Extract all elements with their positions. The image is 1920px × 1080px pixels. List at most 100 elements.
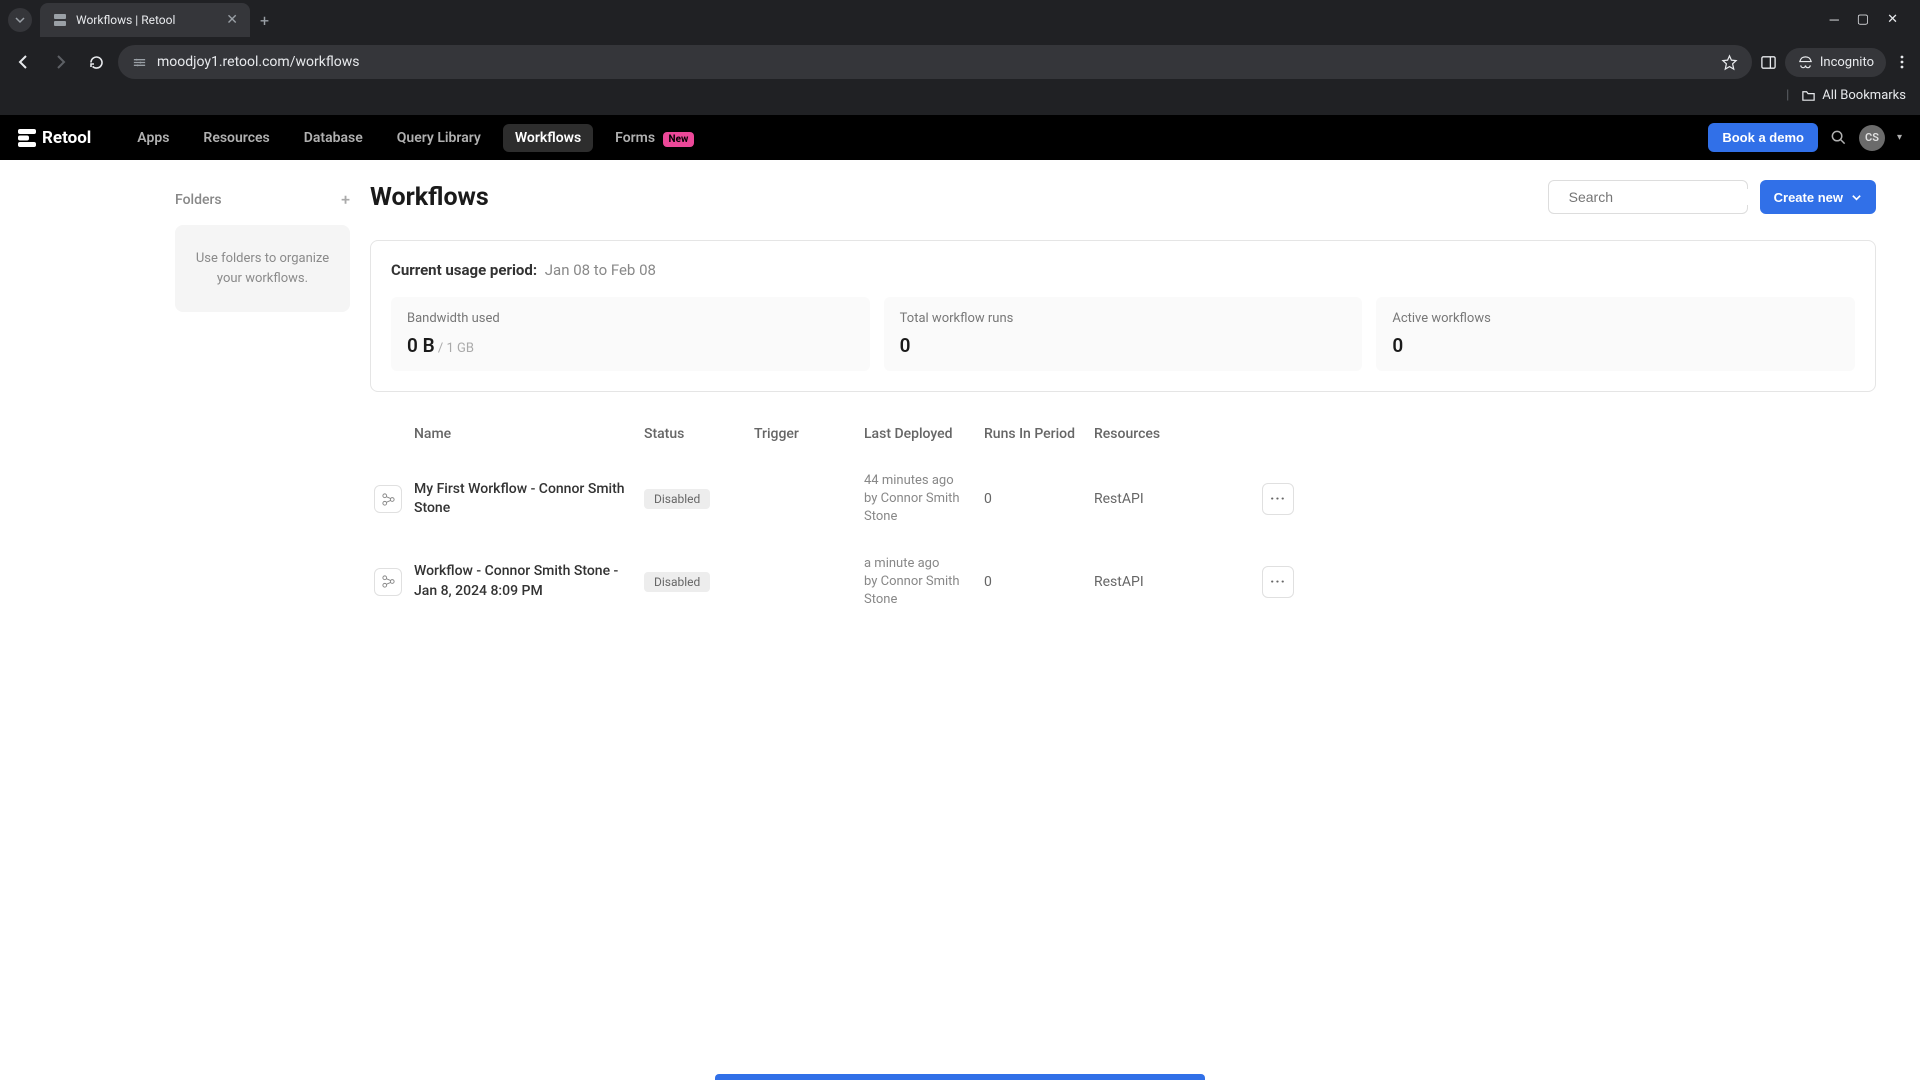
usage-period: Current usage period: Jan 08 to Feb 08 — [391, 261, 1855, 279]
col-resources: Resources — [1094, 426, 1244, 442]
retool-logo[interactable]: Retool — [18, 128, 91, 148]
reload-icon — [88, 54, 105, 71]
stat-value: 0 B / 1 GB — [407, 334, 854, 357]
bookmark-star-icon[interactable] — [1721, 54, 1738, 71]
resources-cell: RestAPI — [1094, 491, 1244, 507]
row-more-button[interactable]: ··· — [1262, 566, 1294, 598]
tab-close-icon[interactable]: ✕ — [226, 12, 238, 28]
table-row[interactable]: Workflow - Connor Smith Stone - Jan 8, 2… — [370, 541, 1876, 624]
workflow-icon — [374, 568, 402, 596]
col-status: Status — [644, 426, 754, 442]
workflow-name: Workflow - Connor Smith Stone - Jan 8, 2… — [414, 562, 644, 601]
col-runs: Runs In Period — [984, 426, 1094, 442]
chevron-down-icon — [1851, 192, 1862, 203]
arrow-right-icon — [51, 53, 69, 71]
runs-cell: 0 — [984, 491, 1094, 507]
chevron-down-icon — [14, 14, 26, 26]
status-badge: Disabled — [644, 572, 710, 592]
retool-nav: Retool Apps Resources Database Query Lib… — [0, 115, 1920, 160]
table-header: Name Status Trigger Last Deployed Runs I… — [370, 426, 1876, 458]
stat-value: 0 — [1392, 334, 1839, 357]
create-new-button[interactable]: Create new — [1760, 180, 1876, 214]
table-row[interactable]: My First Workflow - Connor Smith Stone D… — [370, 458, 1876, 541]
nav-forms-label: Forms — [615, 130, 655, 146]
stat-value: 0 — [900, 334, 1347, 357]
reload-button[interactable] — [82, 48, 110, 76]
page-title: Workflows — [370, 183, 489, 212]
chrome-menu-icon[interactable] — [1894, 54, 1910, 70]
browser-chrome: Workflows | Retool ✕ + ─ ▢ ✕ moodjoy1.re… — [0, 0, 1920, 115]
sidebar: Folders + Use folders to organize your w… — [0, 160, 370, 1080]
nav-database[interactable]: Database — [292, 124, 375, 152]
folders-header: Folders + — [175, 190, 350, 209]
search-icon[interactable] — [1830, 129, 1847, 146]
runs-cell: 0 — [984, 574, 1094, 590]
search-input[interactable] — [1569, 189, 1750, 205]
stat-label: Total workflow runs — [900, 311, 1347, 326]
window-controls: ─ ▢ ✕ — [1830, 12, 1912, 28]
nav-resources[interactable]: Resources — [191, 124, 281, 152]
nav-query-library[interactable]: Query Library — [385, 124, 493, 152]
logo-text: Retool — [42, 128, 91, 148]
tab-favicon-icon — [52, 12, 68, 28]
new-tab-button[interactable]: + — [260, 11, 269, 30]
page-header: Workflows Create new — [370, 180, 1876, 214]
retool-logo-icon — [18, 129, 36, 147]
maximize-icon[interactable]: ▢ — [1857, 12, 1869, 28]
incognito-badge[interactable]: Incognito — [1785, 48, 1886, 77]
workflow-icon — [374, 485, 402, 513]
side-panel-icon[interactable] — [1760, 54, 1777, 71]
search-box[interactable] — [1548, 180, 1748, 214]
deployed-by: by Connor Smith Stone — [864, 490, 984, 526]
nav-apps[interactable]: Apps — [125, 124, 181, 152]
deployed-by: by Connor Smith Stone — [864, 573, 984, 609]
browser-tab[interactable]: Workflows | Retool ✕ — [40, 3, 250, 37]
stat-max: / 1 GB — [435, 341, 474, 356]
tab-bar: Workflows | Retool ✕ + ─ ▢ ✕ — [0, 0, 1920, 40]
add-folder-button[interactable]: + — [341, 190, 350, 209]
stat-active: Active workflows 0 — [1376, 297, 1855, 371]
close-icon[interactable]: ✕ — [1887, 12, 1898, 28]
avatar[interactable]: CS — [1859, 125, 1885, 151]
minimize-icon[interactable]: ─ — [1830, 12, 1839, 28]
url-text: moodjoy1.retool.com/workflows — [157, 54, 1711, 70]
incognito-icon — [1797, 54, 1814, 71]
user-menu-caret-icon[interactable]: ▾ — [1897, 132, 1902, 143]
workflow-name: My First Workflow - Connor Smith Stone — [414, 480, 644, 519]
deployed-time: 44 minutes ago — [864, 472, 984, 490]
deployed-time: a minute ago — [864, 555, 984, 573]
deployed-cell: 44 minutes ago by Connor Smith Stone — [864, 472, 984, 527]
separator: | — [1786, 88, 1789, 103]
arrow-left-icon — [15, 53, 33, 71]
bookmarks-bar: | All Bookmarks — [0, 84, 1920, 111]
new-badge: New — [663, 132, 695, 147]
usage-period-value: Jan 08 to Feb 08 — [545, 261, 656, 279]
forward-button[interactable] — [46, 48, 74, 76]
col-trigger: Trigger — [754, 426, 864, 442]
main: Folders + Use folders to organize your w… — [0, 160, 1920, 1080]
header-actions: Create new — [1548, 180, 1876, 214]
usage-period-label: Current usage period: — [391, 261, 537, 279]
url-bar[interactable]: moodjoy1.retool.com/workflows — [118, 45, 1752, 79]
stat-bandwidth: Bandwidth used 0 B / 1 GB — [391, 297, 870, 371]
nav-workflows[interactable]: Workflows — [503, 124, 593, 152]
workflows-table: Name Status Trigger Last Deployed Runs I… — [370, 426, 1876, 623]
back-button[interactable] — [10, 48, 38, 76]
usage-card: Current usage period: Jan 08 to Feb 08 B… — [370, 240, 1876, 392]
stat-label: Active workflows — [1392, 311, 1839, 326]
book-demo-button[interactable]: Book a demo — [1708, 123, 1818, 152]
nav-forms[interactable]: Forms New — [603, 124, 706, 152]
incognito-label: Incognito — [1820, 55, 1874, 70]
folders-empty-text: Use folders to organize your workflows. — [196, 251, 329, 286]
stat-value-number: 0 B — [407, 334, 435, 357]
address-bar: moodjoy1.retool.com/workflows Incognito — [0, 40, 1920, 84]
all-bookmarks-button[interactable]: All Bookmarks — [1801, 88, 1906, 103]
stat-label: Bandwidth used — [407, 311, 854, 326]
tab-search-dropdown[interactable] — [8, 8, 32, 32]
row-more-button[interactable]: ··· — [1262, 483, 1294, 515]
folders-label: Folders — [175, 192, 222, 208]
stat-runs: Total workflow runs 0 — [884, 297, 1363, 371]
site-info-icon[interactable] — [132, 55, 147, 70]
tab-title: Workflows | Retool — [76, 13, 218, 27]
create-new-label: Create new — [1774, 190, 1843, 205]
